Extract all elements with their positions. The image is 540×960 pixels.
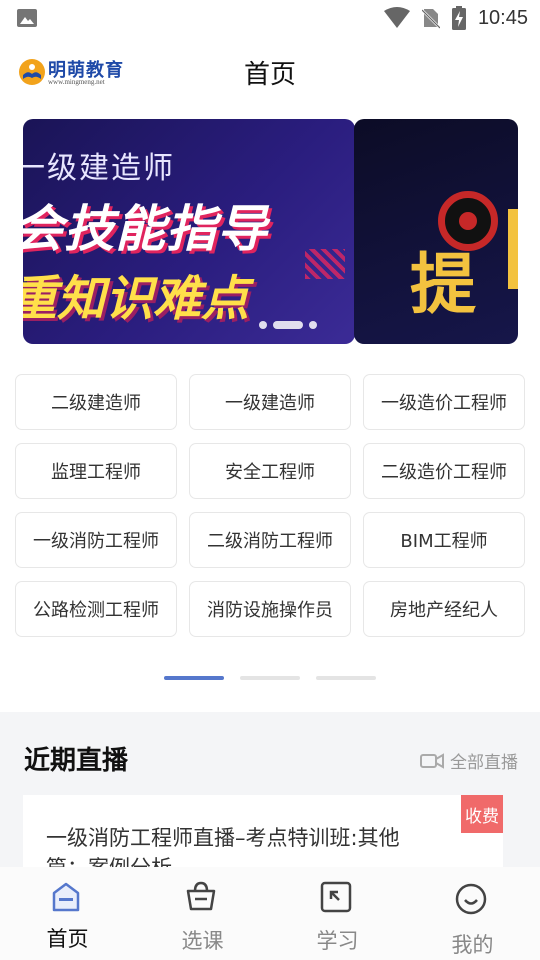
banner-next-decoration [508,209,518,289]
tab-mine-label: 我的 [451,933,494,957]
tab-courses[interactable]: 选课 [135,867,270,960]
banner-carousel[interactable]: 一级建造师 会技能指导 重知识难点 提 [0,119,540,345]
banner-indicator [259,321,317,329]
pager-dot [316,676,376,680]
category-button[interactable]: 一级建造师 [189,374,351,430]
live-section-title: 近期直播 [24,746,129,776]
category-grid: 二级建造师 一级建造师 一级造价工程师 监理工程师 安全工程师 二级造价工程师 … [15,374,525,637]
banner-next-text: 提 [410,246,476,323]
category-button[interactable]: 消防设施操作员 [189,581,351,637]
category-button[interactable]: BIM工程师 [363,512,525,568]
status-bar: 10:45 [0,0,540,36]
video-camera-icon [420,752,444,769]
category-button[interactable]: 二级消防工程师 [189,512,351,568]
category-button[interactable]: 二级建造师 [15,374,177,430]
tab-home-label: 首页 [46,927,89,951]
bottom-tab-bar: 首页 选课 学习 我的 [0,867,540,960]
category-button[interactable]: 一级造价工程师 [363,374,525,430]
no-sim-icon [421,9,440,29]
banner-line-1: 一级建造师 [23,151,175,186]
category-button[interactable]: 一级消防工程师 [15,512,177,568]
banner-dot [309,321,317,329]
app-header: 明萌教育 www.mingmeng.net 首页 [0,36,540,110]
tab-courses-label: 选课 [181,929,224,953]
battery-charging-icon [451,6,466,30]
banner-slide-next[interactable]: 提 [354,119,518,344]
pager-dot-active [164,676,224,680]
basket-icon [186,881,216,911]
tab-study-label: 学习 [316,929,359,953]
tab-study[interactable]: 学习 [270,867,405,960]
banner-dot-active [273,321,303,329]
tab-home[interactable]: 首页 [0,867,135,960]
all-live-label: 全部直播 [450,753,518,773]
smile-icon [455,883,487,915]
fee-badge: 收费 [461,795,503,833]
category-button[interactable]: 安全工程师 [189,443,351,499]
pager-dot [240,676,300,680]
banner-line-3: 重知识难点 [23,271,250,327]
banner-dot [259,321,267,329]
banner-decoration [305,249,345,279]
live-section: 近期直播 全部直播 一级消防工程师直播–考点特训班:其他篇：案例分析 收费 [0,712,540,885]
study-icon [320,881,352,913]
category-button[interactable]: 二级造价工程师 [363,443,525,499]
banner-line-2: 会技能指导 [23,200,268,258]
category-pager [164,676,376,680]
category-button[interactable]: 公路检测工程师 [15,581,177,637]
all-live-link[interactable]: 全部直播 [420,748,518,773]
home-icon [52,882,80,912]
tab-mine[interactable]: 我的 [405,867,540,960]
category-button[interactable]: 监理工程师 [15,443,177,499]
wifi-icon [383,7,410,28]
page-title: 首页 [243,60,296,90]
banner-slide-current[interactable]: 一级建造师 会技能指导 重知识难点 [23,119,355,344]
status-time: 10:45 [477,6,528,29]
category-button[interactable]: 房地产经纪人 [363,581,525,637]
image-notification-icon [17,9,37,27]
